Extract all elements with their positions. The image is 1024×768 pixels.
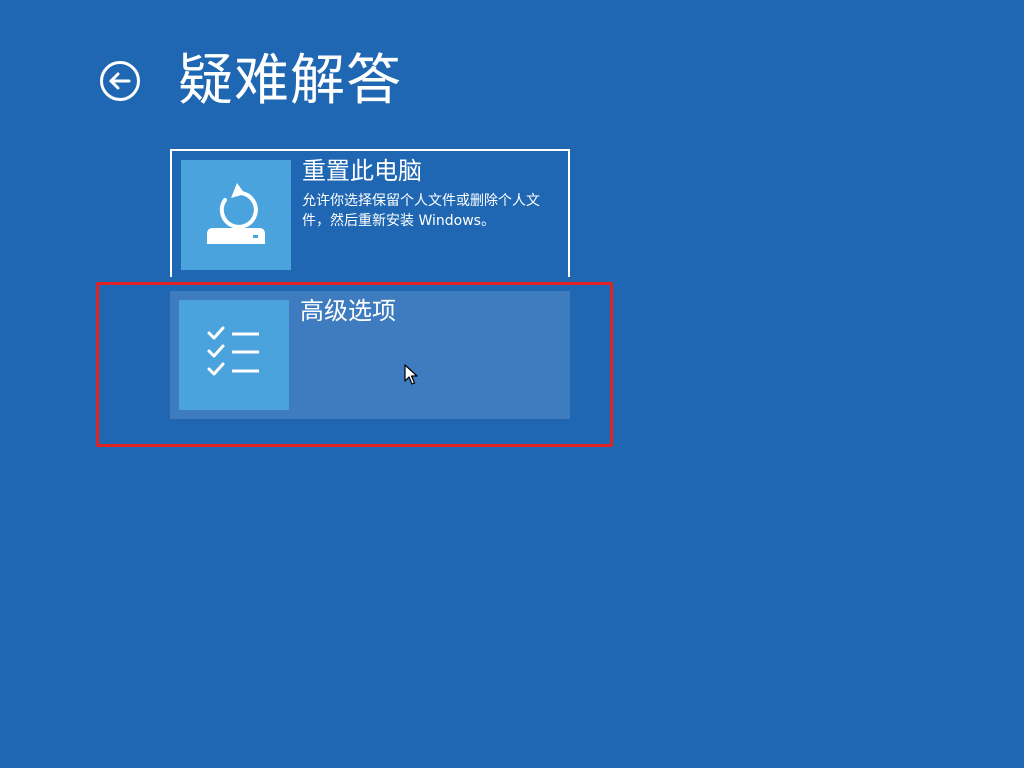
reset-pc-icon-tile	[181, 160, 291, 270]
troubleshoot-screen: 疑难解答 重置此电脑 允许你选择保留个人文件或删除个人文件，然后重新安装 Win…	[0, 0, 1024, 768]
reset-pc-description: 允许你选择保留个人文件或删除个人文件，然后重新安装 Windows。	[302, 193, 540, 229]
page-title: 疑难解答	[178, 48, 403, 112]
back-arrow-icon	[100, 61, 140, 101]
reset-pc-option[interactable]: 重置此电脑 允许你选择保留个人文件或删除个人文件，然后重新安装 Windows。	[170, 149, 570, 277]
reset-pc-icon	[207, 183, 265, 244]
reset-pc-title: 重置此电脑	[302, 157, 422, 185]
red-highlight-annotation	[96, 282, 613, 447]
back-button[interactable]	[99, 60, 141, 102]
mouse-pointer-icon	[404, 364, 418, 385]
